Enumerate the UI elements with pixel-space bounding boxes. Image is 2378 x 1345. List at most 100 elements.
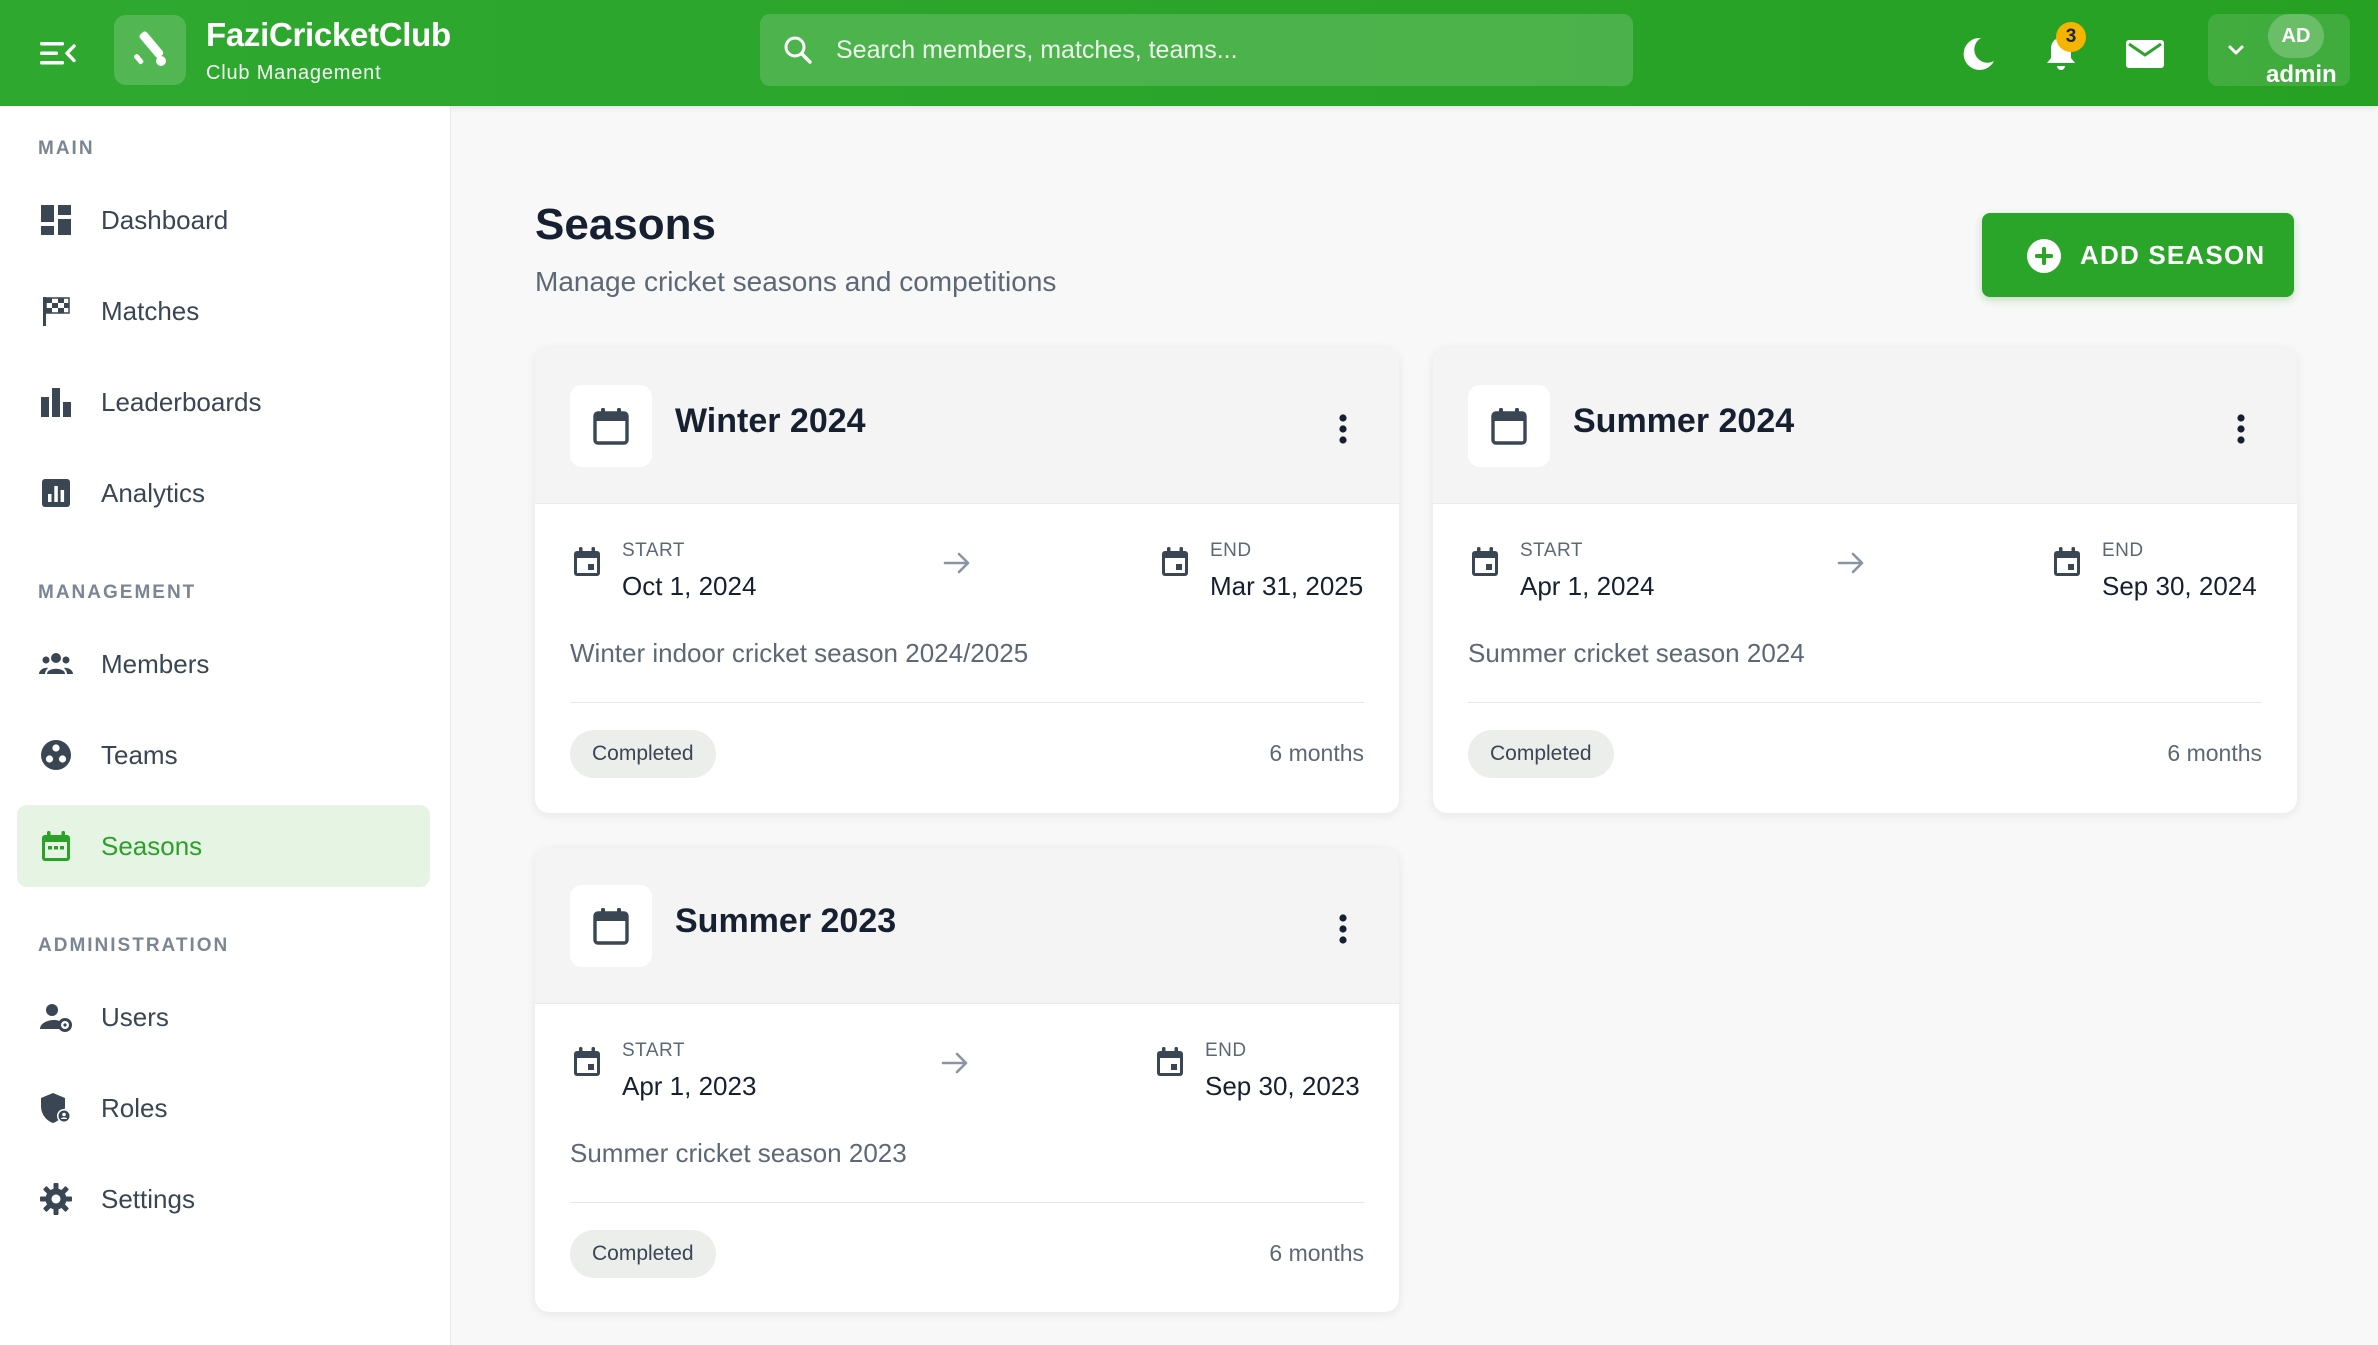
mail-icon[interactable] <box>2124 34 2166 74</box>
start-date: Apr 1, 2024 <box>1520 571 1655 601</box>
add-circle-icon <box>2027 239 2061 273</box>
start-label: START <box>1520 540 1584 561</box>
season-description: Summer cricket season 2024 <box>1468 638 1805 668</box>
sidebar-section-main: MAIN <box>38 138 95 159</box>
calendar-icon <box>1468 385 1550 467</box>
sidebar-item-leaderboards[interactable]: Leaderboards <box>17 361 430 443</box>
start-date: Oct 1, 2024 <box>622 571 757 601</box>
add-season-button[interactable]: ADD SEASON <box>1982 213 2294 297</box>
global-search[interactable] <box>760 14 1633 86</box>
sidebar: MAIN Dashboard Matches Leaderboards Anal… <box>0 106 451 1345</box>
dashboard-icon <box>41 205 71 235</box>
calendar-icon <box>570 885 652 967</box>
group-icon <box>39 653 73 674</box>
season-description: Winter indoor cricket season 2024/2025 <box>570 638 1029 668</box>
notification-count-badge: 3 <box>2056 22 2086 52</box>
start-label: START <box>622 540 686 561</box>
teams-icon <box>41 740 71 770</box>
sidebar-item-label: Seasons <box>101 831 203 861</box>
calendar-icon <box>570 385 652 467</box>
divider <box>1468 702 2262 703</box>
season-card[interactable]: Summer 2024 START Apr 1, 2024 END Sep 30… <box>1433 348 2297 813</box>
sidebar-item-label: Settings <box>101 1184 195 1214</box>
sidebar-item-roles[interactable]: Roles <box>17 1067 430 1149</box>
sidebar-item-label: Leaderboards <box>101 387 262 417</box>
avatar: AD <box>2268 14 2324 58</box>
season-duration: 6 months <box>2167 740 2262 766</box>
bar-chart-icon <box>41 388 71 417</box>
sidebar-item-settings[interactable]: Settings <box>17 1158 430 1240</box>
more-vert-icon[interactable] <box>1329 910 1357 948</box>
start-date: Apr 1, 2023 <box>622 1071 757 1101</box>
season-name: Winter 2024 <box>675 402 866 440</box>
top-app-bar: FaziCricketClub Club Management 3 AD adm… <box>0 0 2378 106</box>
end-date: Mar 31, 2025 <box>1210 571 1364 601</box>
sidebar-item-analytics[interactable]: Analytics <box>17 452 430 534</box>
page-subtitle: Manage cricket seasons and competitions <box>535 266 1057 297</box>
sidebar-item-matches[interactable]: Matches <box>17 270 430 352</box>
event-icon <box>1472 547 1498 576</box>
chevron-down-icon <box>2228 45 2244 55</box>
season-name: Summer 2023 <box>675 902 897 940</box>
event-icon <box>574 1047 600 1076</box>
brand-name: FaziCricketClub <box>206 16 451 53</box>
season-name: Summer 2024 <box>1573 402 1795 440</box>
more-vert-icon[interactable] <box>1329 410 1357 448</box>
search-icon <box>784 36 812 64</box>
season-card[interactable]: Summer 2023 START Apr 1, 2023 END Sep 30… <box>535 848 1399 1312</box>
season-duration: 6 months <box>1269 1240 1364 1266</box>
arrow-right-icon <box>941 1052 968 1074</box>
sidebar-item-label: Roles <box>101 1093 168 1123</box>
sidebar-item-label: Members <box>101 649 210 679</box>
status-badge: Completed <box>570 1230 716 1278</box>
divider <box>570 1202 1364 1203</box>
event-icon <box>1162 547 1188 576</box>
sidebar-item-label: Teams <box>101 740 178 770</box>
event-icon <box>1157 1047 1183 1076</box>
sidebar-item-users[interactable]: Users <box>17 976 430 1058</box>
shield-user-icon <box>41 1093 71 1123</box>
search-input[interactable] <box>836 14 1616 86</box>
season-card[interactable]: Winter 2024 START Oct 1, 2024 END Mar 31… <box>535 348 1399 813</box>
checkered-flag-icon <box>43 297 70 326</box>
sidebar-item-label: Dashboard <box>101 205 229 235</box>
add-season-label: ADD SEASON <box>2080 240 2266 270</box>
sidebar-section-management: MANAGEMENT <box>38 582 197 603</box>
cricket-logo-icon[interactable] <box>114 15 186 85</box>
brand-subtitle: Club Management <box>206 62 382 84</box>
arrow-right-icon <box>1837 552 1864 574</box>
menu-collapse-icon[interactable] <box>38 37 78 69</box>
dark-mode-icon[interactable] <box>1958 34 1998 74</box>
sidebar-item-dashboard[interactable]: Dashboard <box>17 179 430 261</box>
status-badge: Completed <box>1468 730 1614 778</box>
end-label: END <box>1205 1040 1247 1061</box>
season-card-header: Summer 2023 <box>535 848 1399 1004</box>
user-menu[interactable]: AD admin <box>2208 14 2350 88</box>
start-label: START <box>622 1040 686 1061</box>
sidebar-item-members[interactable]: Members <box>17 623 430 705</box>
season-duration: 6 months <box>1269 740 1364 766</box>
end-label: END <box>1210 540 1252 561</box>
end-label: END <box>2102 540 2144 561</box>
page-title: Seasons <box>535 200 716 249</box>
sidebar-item-seasons[interactable]: Seasons <box>17 805 430 887</box>
sidebar-section-administration: ADMINISTRATION <box>38 935 230 956</box>
sidebar-item-teams[interactable]: Teams <box>17 714 430 796</box>
sidebar-item-label: Users <box>101 1002 169 1032</box>
gear-icon <box>40 1183 72 1215</box>
end-date: Sep 30, 2023 <box>1205 1071 1360 1101</box>
event-icon <box>574 547 600 576</box>
more-vert-icon[interactable] <box>2227 410 2255 448</box>
arrow-right-icon <box>943 552 970 574</box>
analytics-icon <box>42 479 70 507</box>
username-label: admin <box>2266 61 2337 88</box>
season-card-header: Summer 2024 <box>1433 348 2297 504</box>
user-settings-icon <box>40 1004 72 1032</box>
end-date: Sep 30, 2024 <box>2102 571 2257 601</box>
status-badge: Completed <box>570 730 716 778</box>
calendar-icon <box>42 831 70 861</box>
sidebar-item-label: Matches <box>101 296 200 326</box>
divider <box>570 702 1364 703</box>
season-card-header: Winter 2024 <box>535 348 1399 504</box>
sidebar-item-label: Analytics <box>101 478 206 508</box>
